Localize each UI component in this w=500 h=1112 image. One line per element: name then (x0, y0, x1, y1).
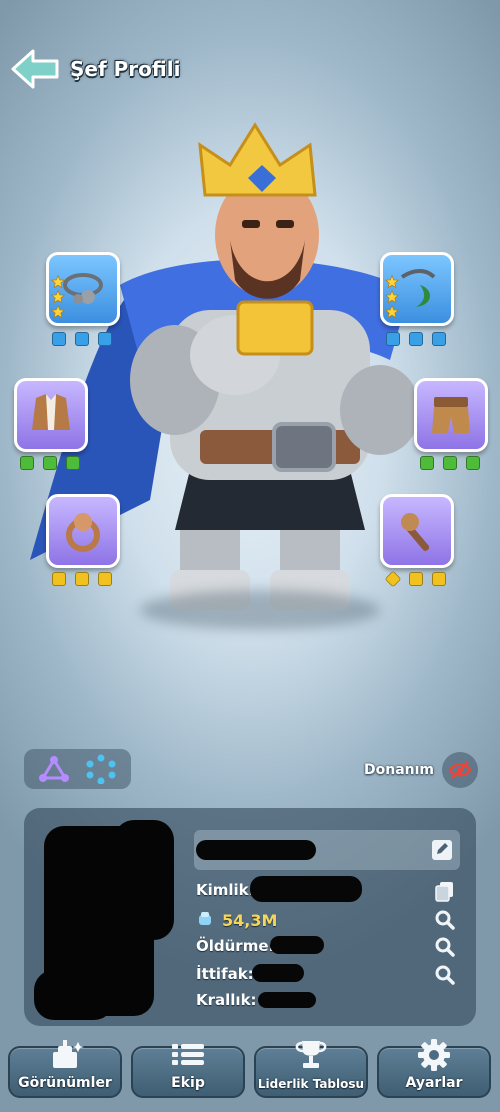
id-row: Kimlik: (196, 878, 257, 902)
fist-icon (199, 912, 211, 925)
appearances-label: Görünümler (18, 1075, 112, 1091)
kills-label: Öldürme: (196, 937, 275, 955)
formation-b-icon[interactable] (84, 754, 118, 784)
redacted-alliance (252, 964, 304, 982)
leaderboard-label: Liderlik Tablosu (257, 1077, 365, 1091)
pants-icon (432, 397, 470, 433)
rarity-stars (51, 275, 65, 319)
team-button[interactable]: Ekip (131, 1044, 245, 1098)
list-icon (172, 1044, 204, 1065)
kingdom-row: Krallık: (196, 988, 259, 1012)
formation-a-icon[interactable] (37, 754, 71, 784)
pants-gems (420, 456, 480, 470)
eye-slash-icon (448, 761, 472, 779)
gear-visibility-toggle[interactable] (442, 752, 478, 788)
trophy-icon (295, 1041, 327, 1068)
chief-name-field (194, 830, 460, 870)
alliance-row: İttifak: (196, 962, 256, 986)
back-arrow-icon (11, 49, 59, 89)
gear-visibility: Donanım (364, 752, 478, 788)
back-button[interactable] (10, 47, 60, 91)
scepter-icon (401, 513, 430, 551)
equipment-slot-pants[interactable] (414, 378, 488, 452)
redacted-id (250, 876, 362, 902)
kills-row: Öldürme: (196, 934, 277, 958)
redacted-kingdom (258, 992, 316, 1008)
redacted-kills (270, 936, 324, 954)
leaderboard-button[interactable]: Liderlik Tablosu (254, 1041, 368, 1098)
id-label: Kimlik: (196, 881, 255, 899)
pendant-gems (386, 332, 446, 346)
rarity-stars (385, 275, 399, 319)
necklace-icon (63, 273, 103, 304)
power-row: 54,3M (196, 908, 277, 932)
settings-button[interactable]: Ayarlar (377, 1039, 491, 1098)
title-bar: Şef Profili (10, 46, 180, 92)
view-mode-toggle (24, 749, 131, 789)
armor-icon (32, 394, 70, 430)
ring-gems (52, 572, 112, 586)
search-icon[interactable] (434, 936, 456, 958)
gear-label: Donanım (363, 762, 434, 778)
equipment-slot-ring[interactable] (46, 494, 120, 568)
appearances-button[interactable]: Görünümler (8, 1040, 122, 1098)
equipment-slot-necklace[interactable] (46, 252, 120, 326)
equipment-slot-scepter[interactable] (380, 494, 454, 568)
bottom-nav: Görünümler Ekip Liderlik Tablosu Ayarlar (8, 1039, 492, 1102)
copy-icon[interactable] (434, 880, 456, 902)
kingdom-label: Krallık: (196, 991, 257, 1009)
equipment-slot-pendant[interactable] (380, 252, 454, 326)
floor-shadow (140, 590, 380, 630)
search-icon[interactable] (434, 964, 456, 986)
search-icon[interactable] (434, 909, 456, 931)
ring-icon (66, 513, 100, 552)
profile-card: Kimlik: 54,3M Öldürme: İttifak: Krallık: (24, 808, 476, 1026)
edit-name-icon[interactable] (430, 838, 454, 862)
equipment-slot-armor[interactable] (14, 378, 88, 452)
redacted-name (196, 840, 316, 860)
team-label: Ekip (171, 1075, 205, 1091)
page-title: Şef Profili (70, 57, 181, 81)
gear-icon (418, 1039, 450, 1071)
alliance-label: İttifak: (196, 965, 254, 983)
wardrobe-icon (53, 1040, 84, 1068)
necklace-gems (52, 332, 112, 346)
avatar[interactable] (34, 820, 184, 1020)
power-value: 54,3M (222, 910, 278, 930)
pendant-icon (400, 269, 436, 307)
scepter-gems (384, 570, 446, 588)
settings-label: Ayarlar (405, 1075, 463, 1091)
armor-gems (20, 456, 80, 470)
